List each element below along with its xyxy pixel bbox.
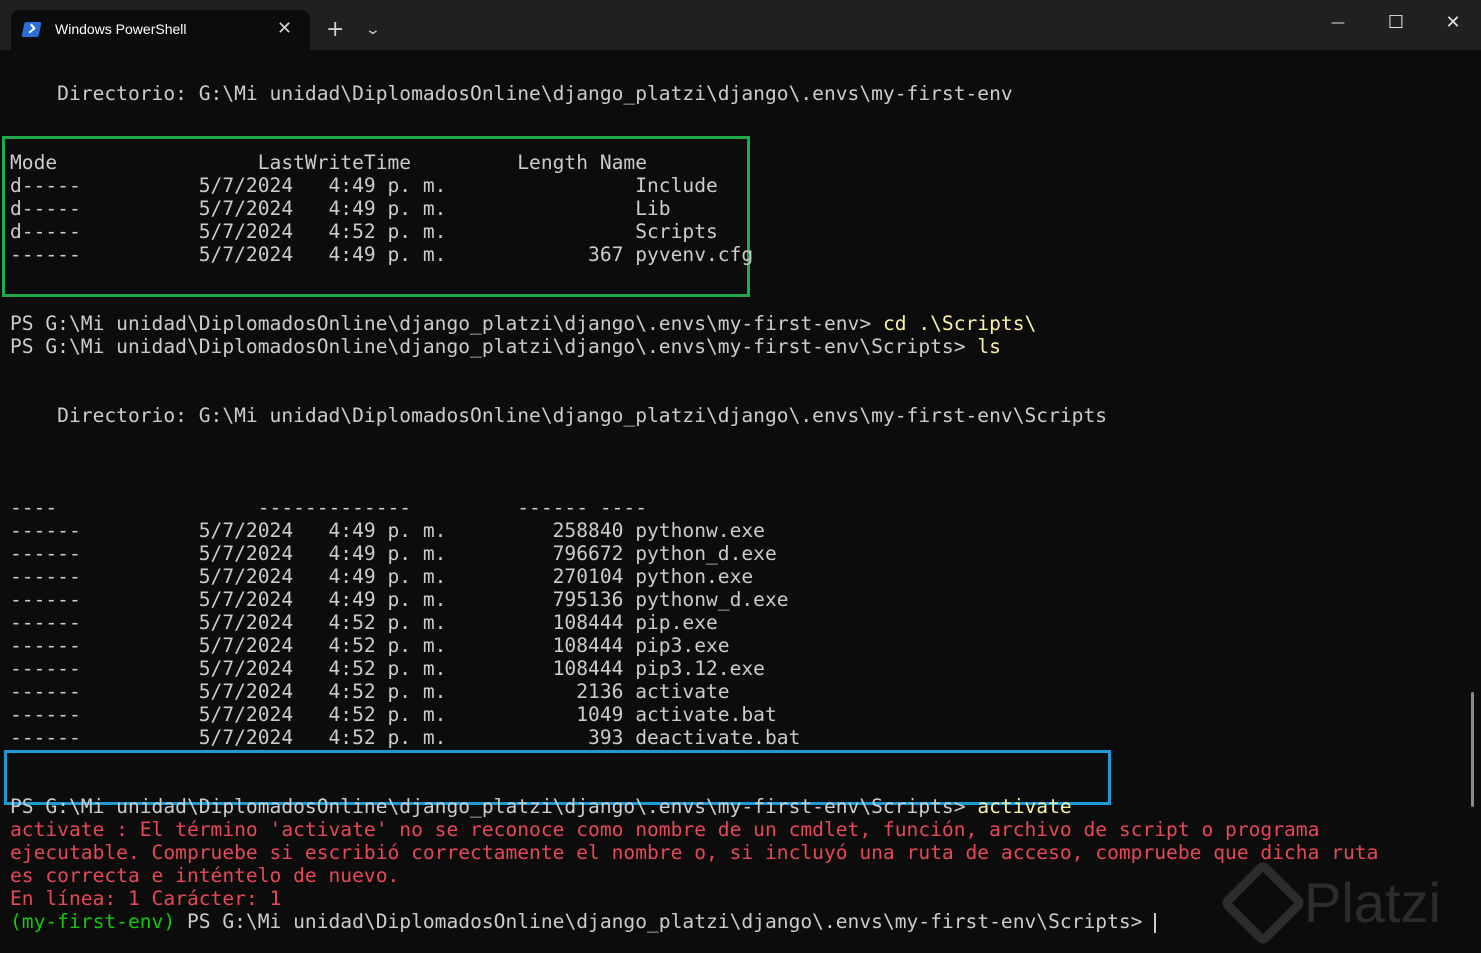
prompt-line: PS G:\Mi unidad\DiplomadosOnline\django_… (10, 795, 1460, 818)
listing-row: ------ 5/7/2024 4:49 p. m. 270104 python… (10, 565, 754, 588)
listing-row: ------ 5/7/2024 4:49 p. m. 367 pyvenv.cf… (10, 243, 754, 266)
command-text: ls (977, 335, 1001, 358)
listing-row: ------ 5/7/2024 4:52 p. m. 1049 activate… (10, 703, 777, 726)
listing-row: ------ 5/7/2024 4:49 p. m. 258840 python… (10, 519, 765, 542)
listing-row: ------ 5/7/2024 4:52 p. m. 108444 pip.ex… (10, 611, 718, 634)
new-tab-button[interactable]: + (326, 18, 344, 42)
listing-row: ------ 5/7/2024 4:52 p. m. 108444 pip3.e… (10, 634, 730, 657)
powershell-icon (21, 22, 42, 37)
maximize-button[interactable]: ☐ (1376, 8, 1416, 38)
command-text: activate (977, 795, 1072, 818)
directory-header: Directorio: G:\Mi unidad\DiplomadosOnlin… (10, 404, 1108, 427)
watermark-text: Platzi (1304, 871, 1441, 934)
platzi-watermark: Platzi (1218, 858, 1468, 948)
minimize-button[interactable]: — (1318, 8, 1358, 38)
prompt-text: PS G:\Mi unidad\DiplomadosOnline\django_… (10, 335, 978, 358)
close-button[interactable]: ✕ (1433, 8, 1473, 38)
text-cursor (1154, 912, 1157, 933)
tab-close-icon[interactable]: ✕ (277, 18, 292, 40)
listing-row: ------ 5/7/2024 4:49 p. m. 795136 python… (10, 588, 789, 611)
listing-row: d----- 5/7/2024 4:49 p. m. Include (10, 174, 718, 197)
listing-row: d----- 5/7/2024 4:49 p. m. Lib (10, 197, 671, 220)
venv-prefix: (my-first-env) (10, 910, 176, 933)
scrollbar-thumb[interactable] (1471, 692, 1474, 807)
tab-title: Windows PowerShell (55, 21, 187, 37)
listing-row: ------ 5/7/2024 4:52 p. m. 108444 pip3.1… (10, 657, 765, 680)
listing-row: ------ 5/7/2024 4:52 p. m. 2136 activate (10, 680, 730, 703)
prompt-line: PS G:\Mi unidad\DiplomadosOnline\django_… (10, 335, 1460, 358)
prompt-text: PS G:\Mi unidad\DiplomadosOnline\django_… (175, 910, 1155, 933)
title-bar: Windows PowerShell ✕ + ⌄ — ☐ ✕ (0, 0, 1481, 50)
platzi-logo-icon (1219, 859, 1307, 947)
listing-row: ------ 5/7/2024 4:52 p. m. 393 deactivat… (10, 726, 801, 749)
directory-header: Directorio: G:\Mi unidad\DiplomadosOnlin… (10, 82, 1013, 105)
terminal-output[interactable]: Directorio: G:\Mi unidad\DiplomadosOnlin… (10, 82, 1460, 933)
listing-header: Mode LastWriteTime Length Name (10, 151, 648, 174)
command-text: cd .\Scripts\ (882, 312, 1037, 335)
tab-windows-powershell[interactable]: Windows PowerShell ✕ (11, 10, 310, 50)
prompt-text: PS G:\Mi unidad\DiplomadosOnline\django_… (10, 312, 883, 335)
error-line: activate : El término 'activate' no se r… (10, 818, 1320, 841)
prompt-text: PS G:\Mi unidad\DiplomadosOnline\django_… (10, 795, 978, 818)
prompt-line: PS G:\Mi unidad\DiplomadosOnline\django_… (10, 312, 1460, 335)
listing-separator: ---- ------------- ------ ---- (10, 496, 648, 519)
listing-row: ------ 5/7/2024 4:49 p. m. 796672 python… (10, 542, 777, 565)
listing-row: d----- 5/7/2024 4:52 p. m. Scripts (10, 220, 718, 243)
chevron-down-icon[interactable]: ⌄ (365, 20, 381, 40)
